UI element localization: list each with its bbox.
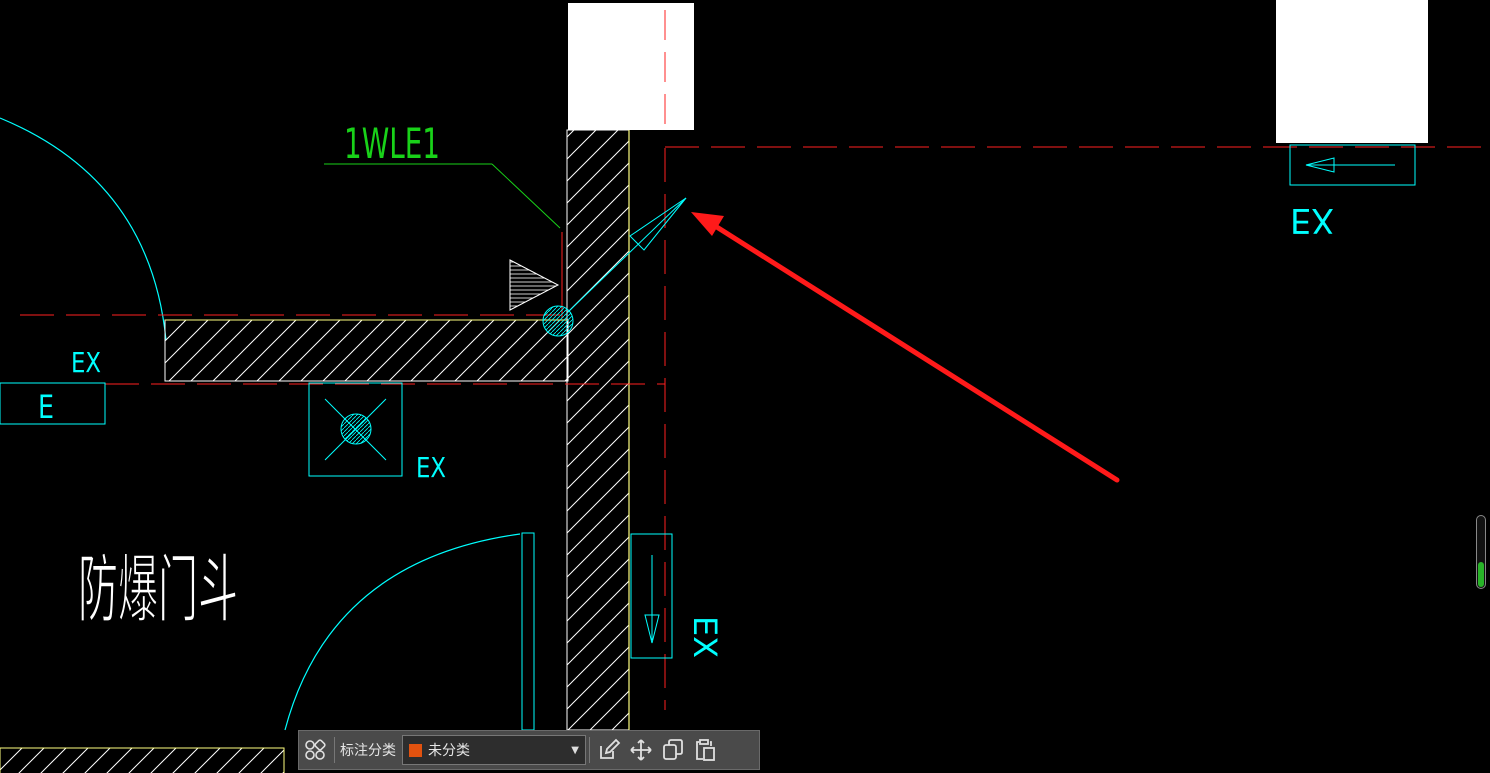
fixture-center	[340, 413, 372, 445]
ex-label-fixture: EX	[416, 451, 446, 484]
chevron-down-icon: ▼	[571, 744, 579, 756]
zoom-slider[interactable]	[1476, 515, 1486, 589]
paste-button[interactable]	[689, 734, 721, 766]
room-name: 防爆门斗	[78, 547, 238, 633]
move-button[interactable]	[625, 734, 657, 766]
move-icon	[630, 739, 652, 761]
door-swing-arc-bottom	[284, 533, 521, 731]
ex-label-right: EX	[1290, 200, 1334, 240]
ex-label-left: EX	[71, 346, 101, 379]
edit-icon	[600, 738, 621, 759]
exit-sign-left-label: E	[38, 388, 54, 426]
toolbar-divider	[589, 737, 590, 763]
edit-button[interactable]	[593, 734, 625, 766]
door-leaf	[521, 532, 535, 731]
annotation-toolbar: 标注分类 未分类 ▼	[298, 730, 760, 770]
wall-horizontal	[164, 319, 569, 382]
paste-icon	[696, 739, 715, 761]
copy-button[interactable]	[657, 734, 689, 766]
grid-apps-button[interactable]	[299, 734, 331, 766]
category-select[interactable]: 未分类 ▼	[402, 735, 586, 765]
circuit-label: 1WLE1	[344, 119, 440, 168]
drawing-canvas[interactable]: 1WLE1 E EX EX 防爆门斗 EX EX	[0, 0, 1490, 773]
grid-icon	[305, 739, 326, 760]
junction-circle	[542, 305, 574, 337]
white-block-right	[1276, 0, 1428, 143]
category-select-value: 未分类	[428, 743, 470, 759]
wall-bottom	[0, 747, 285, 773]
copy-icon	[663, 739, 683, 760]
category-label: 标注分类	[340, 743, 396, 759]
leader-diagonal	[491, 163, 561, 229]
triangle-symbol	[509, 259, 560, 311]
ex-label-vertical: EX	[686, 616, 724, 658]
zoom-slider-fill	[1478, 561, 1484, 587]
category-color-swatch	[409, 743, 422, 757]
annotation-arrow[interactable]	[691, 212, 1120, 483]
white-block-top	[568, 3, 694, 130]
wall-vertical	[566, 129, 630, 731]
door-swing-arc-left	[0, 117, 167, 341]
toolbar-divider	[334, 737, 335, 763]
